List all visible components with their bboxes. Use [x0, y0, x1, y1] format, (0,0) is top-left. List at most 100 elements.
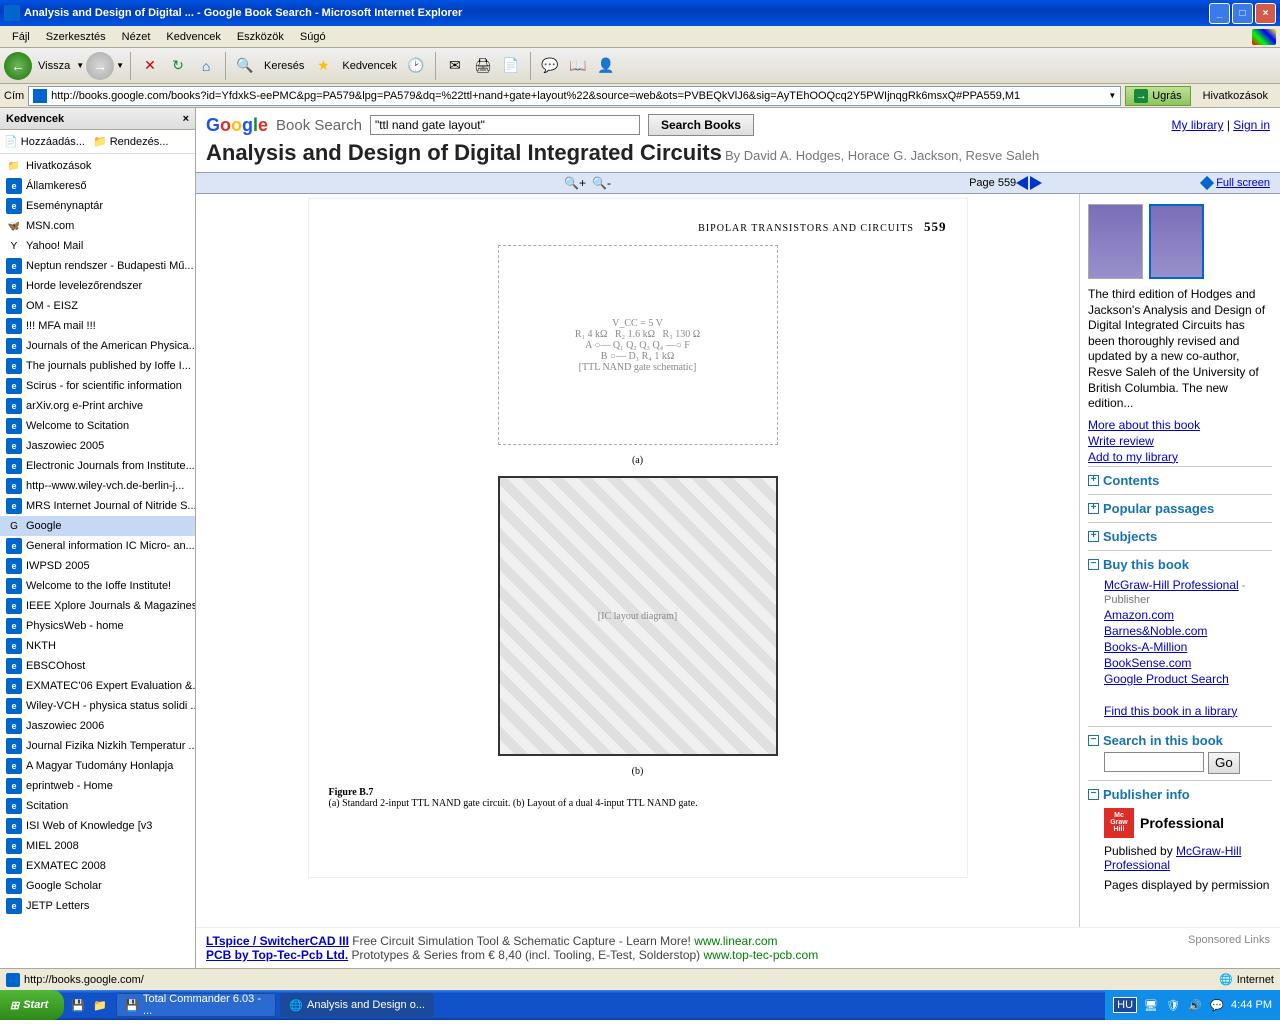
ql-icon-2[interactable]: 📁 — [90, 995, 110, 1015]
buy-amazon-link[interactable]: Amazon.com — [1104, 608, 1272, 622]
zoom-in-icon[interactable]: 🔍+ — [564, 176, 586, 190]
menu-edit[interactable]: Szerkesztés — [38, 29, 114, 45]
search-input[interactable] — [370, 115, 640, 135]
expand-icon[interactable]: + — [1088, 503, 1099, 514]
favorite-item[interactable]: eJournal Fizika Nizkih Temperatur ... — [0, 736, 195, 756]
favorite-item[interactable]: eEBSCOhost — [0, 656, 195, 676]
popular-passages-section[interactable]: +Popular passages — [1088, 494, 1272, 522]
address-dropdown-icon[interactable]: ▼ — [1108, 91, 1116, 100]
contents-section[interactable]: +Contents — [1088, 466, 1272, 494]
favorite-item[interactable]: eMIEL 2008 — [0, 836, 195, 856]
favorite-item[interactable]: eJaszowiec 2005 — [0, 436, 195, 456]
collapse-icon[interactable]: − — [1088, 789, 1099, 800]
taskbar-item-2[interactable]: 🌐Analysis and Design o... — [280, 993, 434, 1017]
search-icon[interactable]: 🔍 — [232, 53, 258, 79]
favorite-item[interactable]: eOM - EISZ — [0, 296, 195, 316]
favorites-close-icon[interactable]: × — [183, 113, 189, 125]
expand-icon[interactable]: + — [1088, 531, 1099, 542]
favorite-item[interactable]: eIEEE Xplore Journals & Magazines — [0, 596, 195, 616]
favorite-item[interactable]: eWelcome to Scitation — [0, 416, 195, 436]
next-page-button[interactable] — [1030, 176, 1042, 190]
research-icon[interactable]: 📖 — [565, 53, 591, 79]
more-about-link[interactable]: More about this book — [1088, 418, 1272, 432]
buy-bn-link[interactable]: Barnes&Noble.com — [1104, 624, 1272, 638]
links-button[interactable]: Hivatkozások — [1195, 90, 1276, 102]
ad2-title-link[interactable]: PCB by Top-Tec-Pcb Ltd. — [206, 948, 348, 962]
favorite-item[interactable]: eThe journals published by Ioffe I... — [0, 356, 195, 376]
go-button[interactable]: → Ugrás — [1125, 86, 1190, 106]
address-input[interactable]: http://books.google.com/books?id=YfdxkS-… — [28, 86, 1121, 106]
print-icon[interactable]: 🖨 — [470, 53, 496, 79]
maximize-button[interactable]: □ — [1232, 3, 1253, 24]
collapse-icon[interactable]: − — [1088, 559, 1099, 570]
close-button[interactable]: × — [1255, 3, 1276, 24]
favorite-item[interactable]: eISI Web of Knowledge [v3 — [0, 816, 195, 836]
favorite-item[interactable]: eElectronic Journals from Institute... — [0, 456, 195, 476]
refresh-button[interactable]: ↻ — [165, 53, 191, 79]
favorite-item[interactable]: ePhysicsWeb - home — [0, 616, 195, 636]
favorite-item[interactable]: GGoogle — [0, 516, 195, 536]
organize-favorites-button[interactable]: 📁 Rendezés... — [93, 135, 168, 148]
taskbar-item-1[interactable]: 💾Total Commander 6.03 - ... — [116, 993, 276, 1017]
start-button[interactable]: ⊞ Start — [0, 990, 64, 1020]
messenger-icon[interactable]: 👤 — [593, 53, 619, 79]
favorite-item[interactable]: eHorde levelezőrendszer — [0, 276, 195, 296]
favorites-star-icon[interactable]: ★ — [310, 53, 336, 79]
favorite-item[interactable]: e!!! MFA mail !!! — [0, 316, 195, 336]
full-screen-link[interactable]: Full screen — [1202, 177, 1270, 189]
find-library-link[interactable]: Find this book in a library — [1104, 704, 1272, 718]
zoom-out-icon[interactable]: 🔍- — [592, 176, 611, 190]
ql-icon-1[interactable]: 💾 — [68, 995, 88, 1015]
home-button[interactable]: ⌂ — [193, 53, 219, 79]
minimize-button[interactable]: _ — [1209, 3, 1230, 24]
buy-mcgraw-link[interactable]: McGraw-Hill Professional — [1104, 578, 1239, 592]
favorite-item[interactable]: earXiv.org e-Print archive — [0, 396, 195, 416]
menu-favorites[interactable]: Kedvencek — [158, 29, 228, 45]
favorite-item[interactable]: eWelcome to the Ioffe Institute! — [0, 576, 195, 596]
write-review-link[interactable]: Write review — [1088, 434, 1272, 448]
favorite-item[interactable]: eJETP Letters — [0, 896, 195, 916]
buy-gps-link[interactable]: Google Product Search — [1104, 672, 1272, 686]
cover-thumbnail-2[interactable] — [1149, 204, 1204, 279]
history-icon[interactable]: 🕑 — [403, 53, 429, 79]
collapse-icon[interactable]: − — [1088, 735, 1099, 746]
clock[interactable]: 4:44 PM — [1231, 999, 1272, 1011]
my-library-link[interactable]: My library — [1171, 118, 1223, 132]
ad1-url[interactable]: www.linear.com — [694, 934, 777, 948]
favorite-item[interactable]: YYahoo! Mail — [0, 236, 195, 256]
favorite-item[interactable]: eeprintweb - Home — [0, 776, 195, 796]
favorite-item[interactable]: eEXMATEC'06 Expert Evaluation &... — [0, 676, 195, 696]
favorite-item[interactable]: 🦋MSN.com — [0, 216, 195, 236]
buy-bam-link[interactable]: Books-A-Million — [1104, 640, 1272, 654]
favorite-item[interactable]: eJournals of the American Physica... — [0, 336, 195, 356]
favorite-item[interactable]: eWiley-VCH - physica status solidi ... — [0, 696, 195, 716]
book-page-view[interactable]: BIPOLAR TRANSISTORS AND CIRCUITS559 V_CC… — [196, 194, 1080, 927]
stop-button[interactable]: ✕ — [137, 53, 163, 79]
menu-file[interactable]: Fájl — [4, 29, 38, 45]
menu-help[interactable]: Súgó — [292, 29, 334, 45]
search-in-book-input[interactable] — [1104, 752, 1204, 772]
favorite-item[interactable]: eGeneral information IC Micro- an... — [0, 536, 195, 556]
favorite-item[interactable]: eNeptun rendszer - Budapesti Mű... — [0, 256, 195, 276]
favorite-item[interactable]: eGoogle Scholar — [0, 876, 195, 896]
ad2-url[interactable]: www.top-tec-pcb.com — [704, 948, 819, 962]
menu-view[interactable]: Nézet — [114, 29, 159, 45]
favorite-item[interactable]: eA Magyar Tudomány Honlapja — [0, 756, 195, 776]
favorite-item[interactable]: eNKTH — [0, 636, 195, 656]
search-books-button[interactable]: Search Books — [648, 114, 754, 136]
favorite-item[interactable]: eÁllamkereső — [0, 176, 195, 196]
favorite-item[interactable]: eMRS Internet Journal of Nitride S... — [0, 496, 195, 516]
back-button[interactable]: ← — [4, 52, 32, 80]
cover-thumbnail-1[interactable] — [1088, 204, 1143, 279]
buy-booksense-link[interactable]: BookSense.com — [1104, 656, 1272, 670]
mail-icon[interactable]: ✉ — [442, 53, 468, 79]
search-label[interactable]: Keresés — [264, 60, 304, 72]
edit-icon[interactable]: 📄 — [498, 53, 524, 79]
tray-icon-4[interactable]: 💬 — [1209, 997, 1225, 1013]
favorite-item[interactable]: 📁Hivatkozások — [0, 156, 195, 176]
favorite-item[interactable]: eIWPSD 2005 — [0, 556, 195, 576]
forward-button[interactable]: → — [86, 52, 114, 80]
favorite-item[interactable]: eScitation — [0, 796, 195, 816]
favorite-item[interactable]: eEseménynaptár — [0, 196, 195, 216]
back-dropdown-icon[interactable]: ▼ — [76, 61, 84, 70]
